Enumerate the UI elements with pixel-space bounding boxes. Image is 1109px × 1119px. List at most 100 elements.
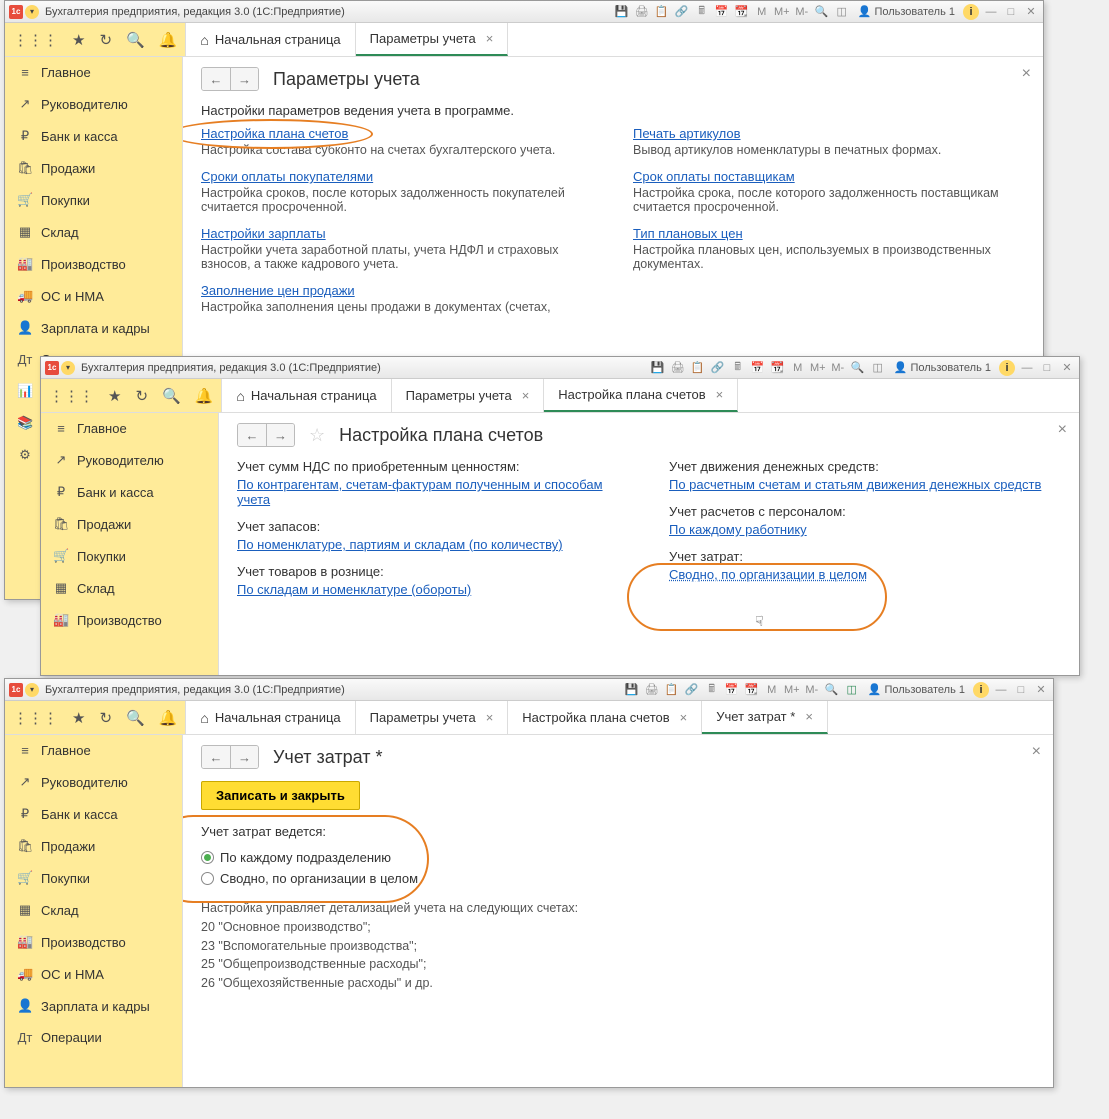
sidebar-item[interactable]: ≡Главное bbox=[5, 57, 182, 88]
sidebar-item[interactable]: 🚚ОС и НМА bbox=[5, 958, 182, 990]
link-icon[interactable]: 🔗 bbox=[674, 4, 690, 20]
settings-link[interactable]: Печать артикулов bbox=[633, 126, 741, 141]
apps-icon[interactable]: ⋮⋮⋮ bbox=[49, 387, 94, 405]
sidebar-item[interactable]: 👤Зарплата и кадры bbox=[5, 990, 182, 1022]
sidebar-item[interactable]: 👤Зарплата и кадры bbox=[5, 312, 182, 344]
search-icon[interactable]: 🔍 bbox=[162, 387, 181, 405]
tab-home[interactable]: Начальная страница bbox=[186, 23, 355, 56]
forward-button[interactable]: → bbox=[230, 746, 258, 768]
sidebar-item[interactable]: ₽Банк и касса bbox=[5, 120, 182, 152]
tab-params[interactable]: Параметры учета× bbox=[356, 23, 509, 56]
magnify-icon[interactable]: 🔍 bbox=[814, 4, 830, 20]
settings-link[interactable]: По складам и номенклатуре (обороты) bbox=[237, 582, 471, 597]
apps-icon[interactable]: ⋮⋮⋮ bbox=[13, 709, 58, 727]
sidebar-item[interactable]: ↗Руководителю bbox=[5, 88, 182, 120]
copy-icon[interactable]: 📋 bbox=[690, 360, 706, 376]
save-icon[interactable]: 💾 bbox=[624, 682, 640, 698]
settings-link[interactable]: Сроки оплаты покупателями bbox=[201, 169, 373, 184]
maximize-icon[interactable]: □ bbox=[1013, 682, 1029, 698]
bell-icon[interactable]: 🔔 bbox=[159, 709, 178, 727]
copy-icon[interactable]: 📋 bbox=[664, 682, 680, 698]
tab-home[interactable]: Начальная страница bbox=[186, 701, 355, 734]
info-icon[interactable]: i bbox=[963, 4, 979, 20]
save-close-button[interactable]: Записать и закрыть bbox=[201, 781, 360, 810]
sidebar-item[interactable]: ₽Банк и касса bbox=[41, 476, 218, 508]
zoom-mminus-icon[interactable]: M- bbox=[830, 360, 846, 376]
sidebar-item[interactable]: ▦Склад bbox=[5, 216, 182, 248]
dropdown-icon[interactable]: ▾ bbox=[25, 5, 39, 19]
search-icon[interactable]: 🔍 bbox=[126, 709, 145, 727]
settings-link[interactable]: Настройка плана счетов bbox=[201, 126, 348, 141]
close-icon[interactable]: ✕ bbox=[1033, 682, 1049, 698]
star-icon[interactable]: ★ bbox=[108, 387, 121, 405]
tab-costs[interactable]: Учет затрат *× bbox=[702, 701, 828, 734]
settings-link[interactable]: По контрагентам, счетам-фактурам получен… bbox=[237, 477, 603, 507]
sidebar-item[interactable]: ▦Склад bbox=[41, 572, 218, 604]
dropdown-icon[interactable]: ▾ bbox=[25, 683, 39, 697]
sidebar-item[interactable]: ▦Склад bbox=[5, 894, 182, 926]
sidebar-item[interactable]: 🛒Покупки bbox=[5, 862, 182, 894]
tab-params[interactable]: Параметры учета× bbox=[392, 379, 545, 412]
settings-link[interactable]: По расчетным счетам и статьям движения д… bbox=[669, 477, 1041, 492]
sidebar-item[interactable]: 🏭Производство bbox=[5, 926, 182, 958]
save-icon[interactable]: 💾 bbox=[650, 360, 666, 376]
zoom-mminus-icon[interactable]: M- bbox=[804, 682, 820, 698]
star-icon[interactable]: ★ bbox=[72, 31, 85, 49]
magnify-icon[interactable]: 🔍 bbox=[824, 682, 840, 698]
sidebar-item[interactable]: 🛍Продажи bbox=[5, 830, 182, 862]
calc-icon[interactable]: 🖩 bbox=[704, 682, 720, 698]
tab-close-icon[interactable]: × bbox=[716, 387, 724, 402]
back-button[interactable]: ← bbox=[202, 746, 230, 768]
user-label[interactable]: 👤 Пользователь 1 bbox=[854, 5, 959, 18]
sidebar-item[interactable]: 🏭Производство bbox=[5, 248, 182, 280]
minimize-icon[interactable]: — bbox=[993, 682, 1009, 698]
info-icon[interactable]: i bbox=[999, 360, 1015, 376]
sidebar-item[interactable]: ≡Главное bbox=[5, 735, 182, 766]
calc-icon[interactable]: 🖩 bbox=[694, 4, 710, 20]
apps-icon[interactable]: ⋮⋮⋮ bbox=[13, 31, 58, 49]
calendar-icon[interactable]: 📅 bbox=[750, 360, 766, 376]
print-icon[interactable]: 🖨 bbox=[670, 360, 686, 376]
maximize-icon[interactable]: □ bbox=[1039, 360, 1055, 376]
date-icon[interactable]: 📆 bbox=[744, 682, 760, 698]
history-icon[interactable]: ↻ bbox=[99, 31, 112, 49]
sidebar-item[interactable]: 🚚ОС и НМА bbox=[5, 280, 182, 312]
bell-icon[interactable]: 🔔 bbox=[195, 387, 214, 405]
radio-row[interactable]: По каждому подразделению bbox=[201, 847, 1035, 868]
back-button[interactable]: ← bbox=[202, 68, 230, 90]
settings-link[interactable]: По каждому работнику bbox=[669, 522, 807, 537]
sidebar-item[interactable]: ДтОперации bbox=[5, 1022, 182, 1053]
zoom-m-icon[interactable]: M bbox=[754, 4, 770, 20]
magnify-icon[interactable]: 🔍 bbox=[850, 360, 866, 376]
tab-home[interactable]: Начальная страница bbox=[222, 379, 391, 412]
user-label[interactable]: 👤 Пользователь 1 bbox=[864, 683, 969, 696]
sidebar-item[interactable]: ↗Руководителю bbox=[5, 766, 182, 798]
tab-close-icon[interactable]: × bbox=[486, 31, 494, 46]
tab-params[interactable]: Параметры учета× bbox=[356, 701, 509, 734]
user-label[interactable]: 👤 Пользователь 1 bbox=[890, 361, 995, 374]
calc-icon[interactable]: 🖩 bbox=[730, 360, 746, 376]
settings-link[interactable]: Настройки зарплаты bbox=[201, 226, 326, 241]
minimize-icon[interactable]: — bbox=[1019, 360, 1035, 376]
sidebar-item[interactable]: 🛍Продажи bbox=[41, 508, 218, 540]
settings-link[interactable]: Сводно, по организации в целом bbox=[669, 567, 867, 582]
sidebar-item[interactable]: ≡Главное bbox=[41, 413, 218, 444]
dropdown-icon[interactable]: ▾ bbox=[61, 361, 75, 375]
sidebar-item[interactable]: 🛒Покупки bbox=[5, 184, 182, 216]
close-icon[interactable]: ✕ bbox=[1023, 4, 1039, 20]
bell-icon[interactable]: 🔔 bbox=[159, 31, 178, 49]
tab-close-icon[interactable]: × bbox=[680, 710, 688, 725]
tab-plan[interactable]: Настройка плана счетов× bbox=[544, 379, 738, 412]
sidebar-item[interactable]: ↗Руководителю bbox=[41, 444, 218, 476]
info-icon[interactable]: i bbox=[973, 682, 989, 698]
close-icon[interactable]: ✕ bbox=[1059, 360, 1075, 376]
panes-icon[interactable]: ◫ bbox=[870, 360, 886, 376]
radio-row[interactable]: Сводно, по организации в целом bbox=[201, 868, 1035, 889]
print-icon[interactable]: 🖨 bbox=[634, 4, 650, 20]
star-icon[interactable]: ★ bbox=[72, 709, 85, 727]
close-page-icon[interactable]: × bbox=[1032, 743, 1041, 761]
panes-icon[interactable]: ◫ bbox=[844, 682, 860, 698]
radio-icon[interactable] bbox=[201, 872, 214, 885]
minimize-icon[interactable]: — bbox=[983, 4, 999, 20]
zoom-mminus-icon[interactable]: M- bbox=[794, 4, 810, 20]
